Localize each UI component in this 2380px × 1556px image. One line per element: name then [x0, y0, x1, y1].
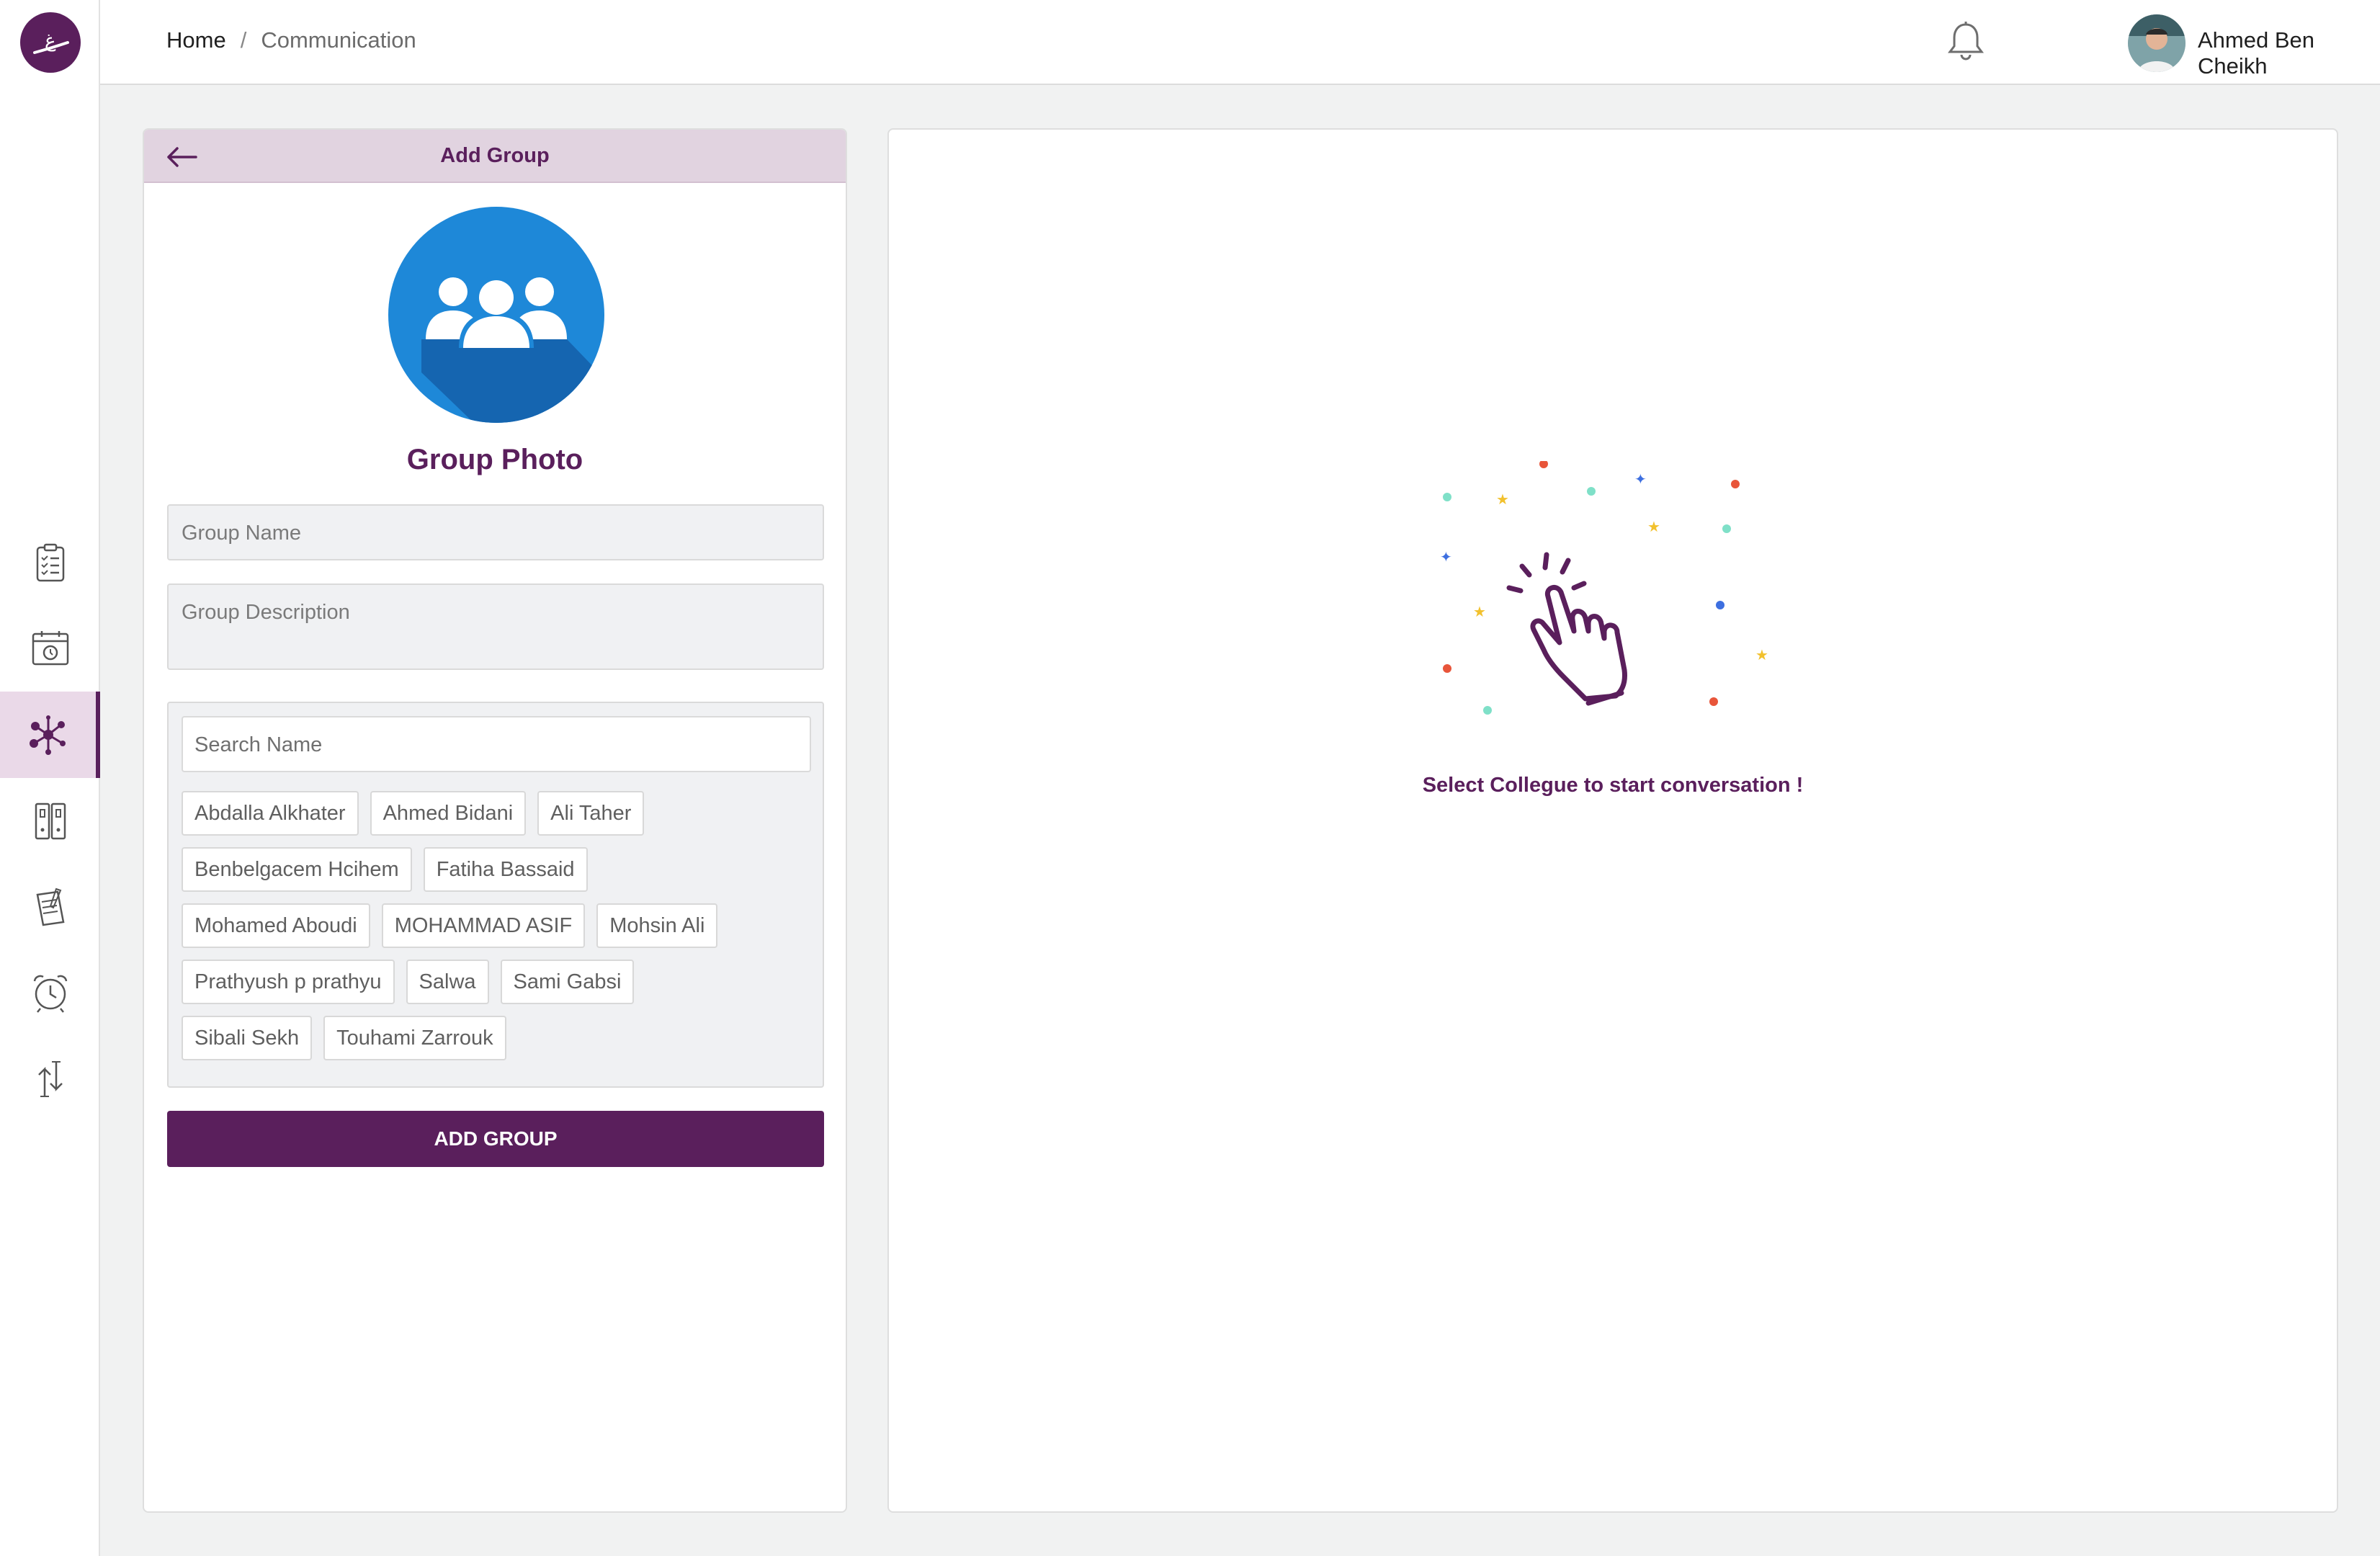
tap-hand-illustration: ★ ✦ ★ ✦ ★ ★ [1440, 461, 1768, 715]
calendar-icon [32, 631, 68, 666]
member-chip-row: Benbelgacem Hcihem Fatiha Bassaid [182, 847, 815, 892]
member-chip-row: Prathyush p prathyu Salwa Sami Gabsi [182, 960, 815, 1004]
breadcrumb-current: Communication [261, 27, 416, 53]
group-name-input[interactable]: Group Name [167, 504, 824, 560]
group-photo-icon[interactable] [388, 207, 604, 423]
member-chip[interactable]: Touhami Zarrouk [323, 1016, 506, 1060]
svg-text:✦: ✦ [1440, 548, 1452, 565]
group-description-input[interactable]: Group Description [167, 584, 824, 670]
app-logo[interactable]: غ [20, 12, 81, 73]
member-chip[interactable]: Ahmed Bidani [370, 791, 527, 836]
member-chip-row: Mohamed Aboudi MOHAMMAD ASIF Mohsin Ali [182, 903, 815, 948]
member-chip[interactable]: Fatiha Bassaid [423, 847, 588, 892]
breadcrumb: Home / Communication [166, 27, 416, 53]
network-icon [29, 715, 66, 755]
add-group-panel: Add Group Group Photo Group Name Group D… [143, 128, 847, 1513]
swap-arrows-icon [37, 1061, 63, 1097]
member-chip[interactable]: Prathyush p prathyu [182, 960, 395, 1004]
nav-swap[interactable] [0, 1036, 100, 1122]
nav-calendar[interactable] [0, 605, 100, 692]
member-chip[interactable]: Mohsin Ali [596, 903, 718, 948]
search-name-input[interactable]: Search Name [182, 716, 811, 772]
sidebar: غ [0, 0, 100, 1556]
breadcrumb-separator: / [240, 27, 247, 53]
user-avatar[interactable] [2128, 14, 2186, 72]
confetti: ★ ✦ ★ ✦ ★ ★ [1440, 461, 1768, 715]
member-chip-row: Abdalla Alkhater Ahmed Bidani Ali Taher [182, 791, 815, 836]
svg-text:★: ★ [1647, 518, 1660, 535]
empty-state-message: Select Collegue to start conversation ! [1422, 774, 1804, 797]
nav-checklist[interactable] [0, 520, 100, 607]
nav-communication[interactable] [0, 692, 100, 778]
member-chip[interactable]: Benbelgacem Hcihem [182, 847, 412, 892]
panel-header: Add Group [144, 130, 846, 183]
member-chip[interactable]: Abdalla Alkhater [182, 791, 359, 836]
binders-icon [35, 802, 66, 840]
member-chip[interactable]: Salwa [406, 960, 489, 1004]
hand-icon [1506, 552, 1627, 706]
top-bar: Home / Communication Ahmed Ben Cheikh [100, 0, 2380, 85]
alarm-clock-icon [33, 975, 67, 1013]
nav-notepad[interactable] [0, 864, 100, 951]
panel-title: Add Group [440, 144, 550, 167]
checklist-icon [36, 543, 64, 582]
user-name[interactable]: Ahmed Ben Cheikh [2198, 27, 2380, 79]
avatar-photo [2128, 14, 2186, 72]
add-group-button[interactable]: ADD GROUP [167, 1111, 824, 1167]
member-chip-row: Sibali Sekh Touhami Zarrouk [182, 1016, 815, 1060]
member-chip[interactable]: Sami Gabsi [500, 960, 635, 1004]
logo-mark: غ [33, 30, 69, 54]
notepad-icon [36, 887, 64, 926]
member-selector: Search Name Abdalla Alkhater Ahmed Bidani… [167, 702, 824, 1088]
member-chip[interactable]: MOHAMMAD ASIF [381, 903, 586, 948]
nav-binders[interactable] [0, 778, 100, 864]
bell-icon [1948, 22, 1984, 61]
svg-text:★: ★ [1496, 491, 1509, 508]
svg-text:✦: ✦ [1634, 470, 1647, 488]
svg-text:★: ★ [1473, 603, 1486, 620]
svg-text:★: ★ [1755, 646, 1768, 663]
member-chip[interactable]: Ali Taher [537, 791, 645, 836]
group-photo-label: Group Photo [406, 444, 583, 475]
conversation-panel: ★ ✦ ★ ✦ ★ ★ Select Collegue to start con… [887, 128, 2338, 1513]
nav-alarm[interactable] [0, 949, 100, 1036]
member-chip-list: Abdalla Alkhater Ahmed Bidani Ali Taher Ben… [182, 791, 815, 1072]
notification-bell-button[interactable] [1940, 16, 1992, 68]
breadcrumb-home[interactable]: Home [166, 27, 226, 53]
member-chip[interactable]: Sibali Sekh [182, 1016, 313, 1060]
member-chip[interactable]: Mohamed Aboudi [182, 903, 370, 948]
